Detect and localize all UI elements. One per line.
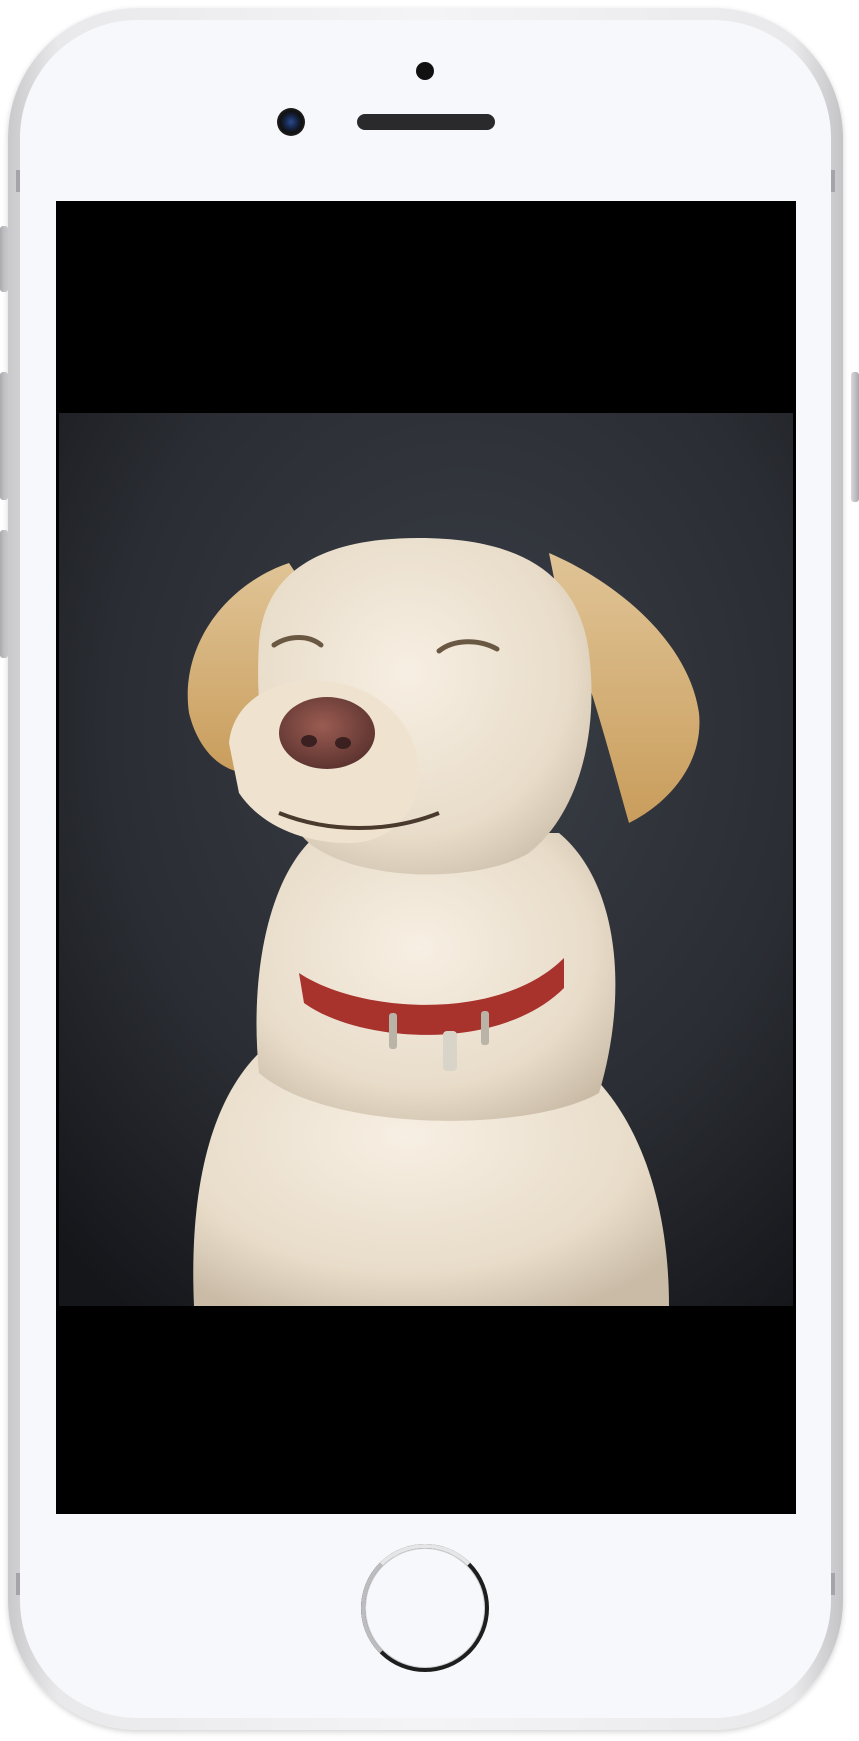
dog-photo-illustration (59, 413, 793, 1306)
power-button[interactable] (851, 372, 859, 502)
volume-up-button[interactable] (0, 372, 8, 500)
dog-photo[interactable] (59, 413, 793, 1306)
earpiece-speaker-icon (357, 114, 495, 130)
proximity-sensor-icon (416, 62, 434, 80)
front-camera-icon (277, 108, 305, 136)
home-button[interactable] (361, 1544, 489, 1672)
mute-switch[interactable] (0, 226, 8, 292)
phone-screen[interactable] (56, 201, 796, 1514)
device-mockup (0, 0, 859, 1741)
volume-down-button[interactable] (0, 530, 8, 658)
